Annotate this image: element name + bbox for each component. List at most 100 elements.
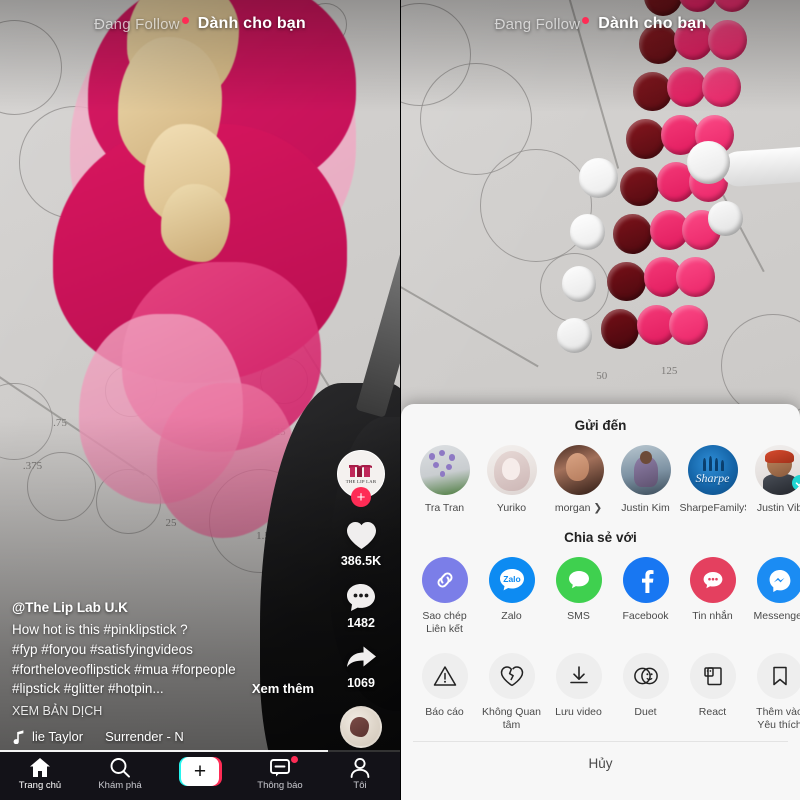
caption-block: @The Lip Lab U.K How hot is this #pinkli…: [12, 600, 314, 744]
svg-text:Zalo: Zalo: [503, 574, 520, 584]
like-count: 386.5K: [340, 554, 382, 568]
messenger-icon: [756, 557, 800, 604]
contact-avatar: [486, 445, 537, 495]
see-more-button[interactable]: Xem thêm: [252, 680, 314, 699]
report-warning-icon: [421, 653, 468, 700]
action-report[interactable]: Báo cáo: [411, 653, 478, 731]
share-app-copy-link[interactable]: Sao chép Liên kết: [411, 557, 478, 635]
profile-icon: [350, 757, 370, 778]
actions-row[interactable]: Báo cáo Không Quan tâm Lưu video Duet Re…: [401, 639, 800, 735]
contacts-row[interactable]: Tra Tran Yuriko morgan ❯ Justin Kim Shar…: [401, 435, 800, 518]
tab-discover[interactable]: Khám phá: [85, 757, 155, 791]
tab-profile-label: Tôi: [353, 780, 367, 791]
tab-profile[interactable]: Tôi: [325, 757, 395, 791]
like-button[interactable]: 386.5K: [341, 520, 381, 568]
caption-text[interactable]: How hot is this #pinklipstick ? #fyp #fo…: [12, 620, 314, 699]
search-icon: [110, 758, 130, 778]
tab-foryou-label: Dành cho bạn: [197, 15, 306, 32]
caption-line: #fyp #foryou #satisfyingvideos: [12, 641, 193, 657]
share-app-messages[interactable]: Tin nhắn: [679, 557, 746, 635]
screenshot-stage: 25 50 125 1.5 .375 .75: [0, 0, 800, 800]
tab-following[interactable]: Đang Follow: [494, 15, 590, 33]
contact-item[interactable]: Justin Vib: [746, 445, 800, 514]
caption-line: #fortheloveoflipstick #mua #forpeople: [12, 661, 236, 677]
contact-item[interactable]: Tra Tran: [411, 445, 478, 514]
music-title: Surrender - N: [105, 729, 184, 744]
action-save-video[interactable]: Lưu video: [545, 653, 612, 731]
tab-create[interactable]: +: [165, 757, 235, 786]
react-icon: [689, 653, 736, 700]
contact-avatar: [754, 445, 800, 495]
caption-username[interactable]: @The Lip Lab U.K: [12, 600, 312, 615]
contact-name: Tra Tran: [424, 502, 465, 514]
contact-item[interactable]: Yuriko: [478, 445, 545, 514]
share-app-name: SMS: [567, 610, 590, 623]
link-icon: [421, 557, 468, 604]
see-translation-button[interactable]: XEM BẢN DỊCH: [12, 704, 312, 718]
follow-plus-icon[interactable]: +: [351, 487, 371, 507]
tab-inbox-label: Thông báo: [257, 780, 303, 791]
zalo-icon: Zalo: [488, 557, 535, 604]
heart-icon: [346, 522, 376, 549]
action-add-favorites[interactable]: Thêm vào Yêu thích: [746, 653, 800, 731]
action-name: Duet: [634, 706, 657, 719]
facebook-icon: [622, 557, 669, 604]
action-duet[interactable]: Duet: [612, 653, 679, 731]
author-avatar-wrap[interactable]: THE LIP LAB +: [337, 450, 385, 507]
top-nav-right: Đang Follow Dành cho bạn: [401, 0, 800, 42]
share-with-title: Chia sẻ với: [564, 530, 637, 546]
share-count: 1069: [347, 676, 375, 690]
contact-name: Yuriko: [496, 502, 527, 514]
share-sheet: Gửi đến Tra Tran Yuriko morgan ❯ Justin …: [401, 404, 800, 800]
comment-button[interactable]: 1482: [345, 582, 377, 630]
create-plus-icon[interactable]: +: [178, 757, 222, 786]
share-app-name: Facebook: [622, 610, 669, 623]
tab-home[interactable]: Trang chủ: [5, 757, 75, 791]
share-app-zalo[interactable]: Zalo Zalo: [478, 557, 545, 635]
contact-name: SharpeFamilySingers: [679, 502, 746, 514]
bookmark-icon: [756, 653, 800, 700]
tab-foryou-label: Dành cho bạn: [598, 15, 707, 32]
share-apps-row[interactable]: Sao chép Liên kết Zalo Zalo SMS Facebook…: [401, 547, 800, 639]
author-avatar-label: THE LIP LAB: [345, 478, 377, 484]
live-dot-icon: [181, 16, 189, 24]
inbox-badge: [291, 756, 298, 763]
action-rail: THE LIP LAB + 386.5K 1482 1069: [330, 450, 392, 748]
home-icon: [30, 758, 50, 777]
phone-panel-right: 25 50 125 1.0: [400, 0, 800, 800]
bottom-tab-bar: Trang chủ Khám phá + Thông báo Tôi: [0, 752, 400, 800]
contact-item[interactable]: Justin Kim: [612, 445, 679, 514]
messages-icon: [689, 557, 736, 604]
action-name: Báo cáo: [425, 706, 464, 719]
tab-following-label: Đang Follow: [494, 15, 581, 33]
contact-avatar: Sharpe: [687, 445, 738, 495]
tab-discover-label: Khám phá: [98, 780, 142, 791]
contact-name: morgan ❯: [554, 502, 603, 514]
music-ticker[interactable]: lie Taylor Surrender - N: [12, 729, 312, 744]
cancel-button[interactable]: Hủy: [401, 742, 800, 787]
phone-panel-left: 25 50 125 1.5 .375 .75: [0, 0, 400, 800]
tab-foryou[interactable]: Dành cho bạn: [198, 15, 306, 33]
music-disc[interactable]: [340, 706, 382, 748]
tab-following[interactable]: Đang Follow: [94, 15, 189, 33]
caption-line: How hot is this #pinklipstick ?: [12, 622, 188, 638]
action-name: Lưu video: [555, 706, 602, 719]
tab-following-label: Đang Follow: [94, 15, 180, 33]
contact-item[interactable]: morgan ❯: [545, 445, 612, 514]
comment-count: 1482: [347, 616, 375, 630]
share-button[interactable]: 1069: [345, 644, 378, 690]
duet-icon: [622, 653, 669, 700]
tab-foryou[interactable]: Dành cho bạn: [598, 15, 706, 33]
action-name: React: [698, 706, 727, 719]
top-nav-left: Đang Follow Dành cho bạn: [0, 0, 400, 42]
action-react[interactable]: React: [679, 653, 746, 731]
share-app-messenger[interactable]: Messenger: [746, 557, 800, 635]
tab-inbox[interactable]: Thông báo: [245, 756, 315, 791]
share-app-name: Messenger: [753, 610, 800, 623]
share-app-facebook[interactable]: Facebook: [612, 557, 679, 635]
share-app-sms[interactable]: SMS: [545, 557, 612, 635]
inbox-icon: [270, 759, 290, 777]
share-arrow-icon: [346, 646, 376, 667]
action-not-interested[interactable]: Không Quan tâm: [478, 653, 545, 731]
contact-item[interactable]: Sharpe SharpeFamilySingers: [679, 445, 746, 514]
